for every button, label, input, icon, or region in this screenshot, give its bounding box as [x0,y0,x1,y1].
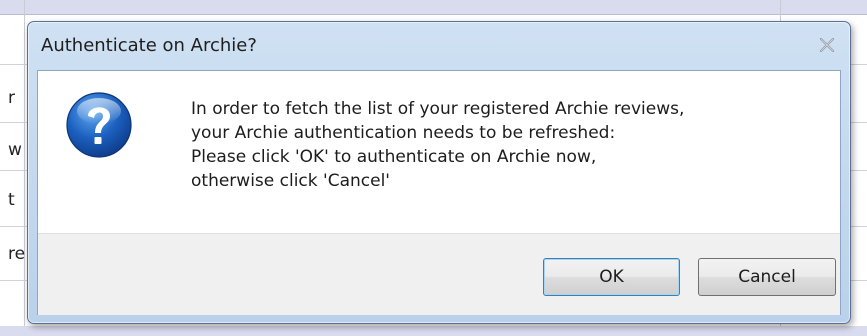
background-footer-bar [0,326,867,336]
close-icon [819,38,835,52]
message-line: In order to fetch the list of your regis… [191,99,685,119]
background-column-divider [24,0,25,336]
dialog-message: In order to fetch the list of your regis… [191,97,831,193]
message-line: Please click 'OK' to authenticate on Arc… [191,147,597,167]
message-line: otherwise click 'Cancel' [191,171,390,191]
background-cell-text: r [8,88,15,108]
question-icon [66,92,132,158]
button-bar: OK Cancel [38,233,840,315]
dialog-content: In order to fetch the list of your regis… [37,70,841,315]
background-cell-text: t [8,190,15,210]
cancel-button[interactable]: Cancel [698,258,836,296]
ok-button[interactable]: OK [543,258,680,296]
authenticate-dialog: Authenticate on Archie? In order to fetc… [27,21,851,324]
close-button[interactable] [814,34,840,56]
dialog-titlebar[interactable]: Authenticate on Archie? [28,22,850,70]
dialog-title: Authenticate on Archie? [41,35,257,56]
message-line: your Archie authentication needs to be r… [191,123,616,143]
background-cell-text: w [8,140,22,160]
background-cell-text: re [8,244,26,264]
background-header-bar [0,0,867,15]
message-area: In order to fetch the list of your regis… [38,71,840,233]
